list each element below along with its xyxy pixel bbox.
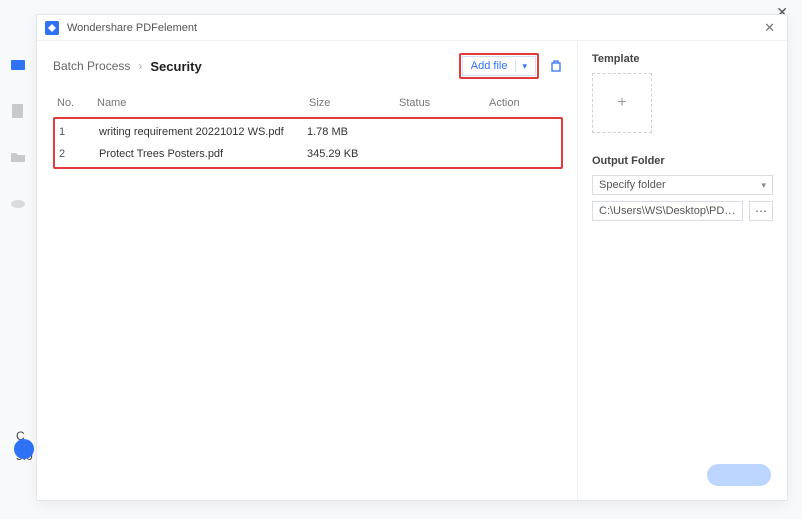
home-icon[interactable]	[9, 56, 27, 74]
table-row[interactable]: 1 writing requirement 20221012 WS.pdf 1.…	[57, 121, 559, 143]
clear-list-icon[interactable]	[549, 59, 563, 73]
apply-button[interactable]	[707, 464, 771, 486]
col-action: Action	[489, 97, 559, 109]
folder-icon[interactable]	[9, 148, 27, 166]
output-folder-path[interactable]: C:\Users\WS\Desktop\PDFelement\Sec	[592, 201, 743, 221]
rows-highlight: 1 writing requirement 20221012 WS.pdf 1.…	[53, 117, 563, 169]
breadcrumb-root[interactable]: Batch Process	[53, 59, 130, 73]
titlebar: Wondershare PDFelement ✕	[37, 15, 787, 41]
chevron-down-icon: ▾	[761, 180, 766, 191]
cell-size: 345.29 KB	[307, 148, 397, 160]
col-no: No.	[57, 97, 97, 109]
window-close-icon[interactable]: ✕	[760, 20, 779, 36]
cell-no: 1	[59, 126, 99, 138]
cell-status	[397, 126, 487, 138]
left-rail	[0, 56, 36, 212]
cell-name: writing requirement 20221012 WS.pdf	[99, 126, 307, 138]
add-file-highlight: Add file ▾	[459, 53, 539, 79]
cell-status	[397, 148, 487, 160]
output-folder-mode-value: Specify folder	[599, 179, 666, 191]
col-status: Status	[399, 97, 489, 109]
plus-icon: +	[617, 94, 626, 112]
cell-no: 2	[59, 148, 99, 160]
chevron-right-icon: ›	[138, 59, 142, 73]
cell-action	[487, 126, 557, 138]
cell-size: 1.78 MB	[307, 126, 397, 138]
floating-action-icon[interactable]	[14, 439, 34, 459]
col-size: Size	[309, 97, 399, 109]
app-logo-icon	[45, 21, 59, 35]
browse-folder-button[interactable]: ⋯	[749, 201, 773, 221]
breadcrumb-current: Security	[150, 59, 201, 74]
cell-name: Protect Trees Posters.pdf	[99, 148, 307, 160]
output-folder-mode-select[interactable]: Specify folder ▾	[592, 175, 773, 195]
cloud-icon[interactable]	[9, 194, 27, 212]
cell-action	[487, 148, 557, 160]
template-heading: Template	[592, 53, 773, 65]
breadcrumb: Batch Process › Security	[53, 59, 202, 74]
batch-window: Wondershare PDFelement ✕ Batch Process ›…	[36, 14, 788, 501]
output-folder-heading: Output Folder	[592, 155, 773, 167]
document-icon[interactable]	[9, 102, 27, 120]
chevron-down-icon[interactable]: ▾	[515, 61, 527, 72]
add-template-button[interactable]: +	[592, 73, 652, 133]
add-file-button[interactable]: Add file ▾	[462, 56, 536, 76]
side-panel: Template + Output Folder Specify folder …	[577, 41, 787, 500]
table-header: No. Name Size Status Action	[53, 91, 563, 115]
titlebar-title: Wondershare PDFelement	[67, 22, 197, 34]
col-name: Name	[97, 97, 309, 109]
table-row[interactable]: 2 Protect Trees Posters.pdf 345.29 KB	[57, 143, 559, 165]
main-panel: Batch Process › Security Add file ▾	[37, 41, 577, 500]
file-table: No. Name Size Status Action 1 writing re…	[53, 91, 563, 169]
add-file-label: Add file	[471, 60, 508, 72]
